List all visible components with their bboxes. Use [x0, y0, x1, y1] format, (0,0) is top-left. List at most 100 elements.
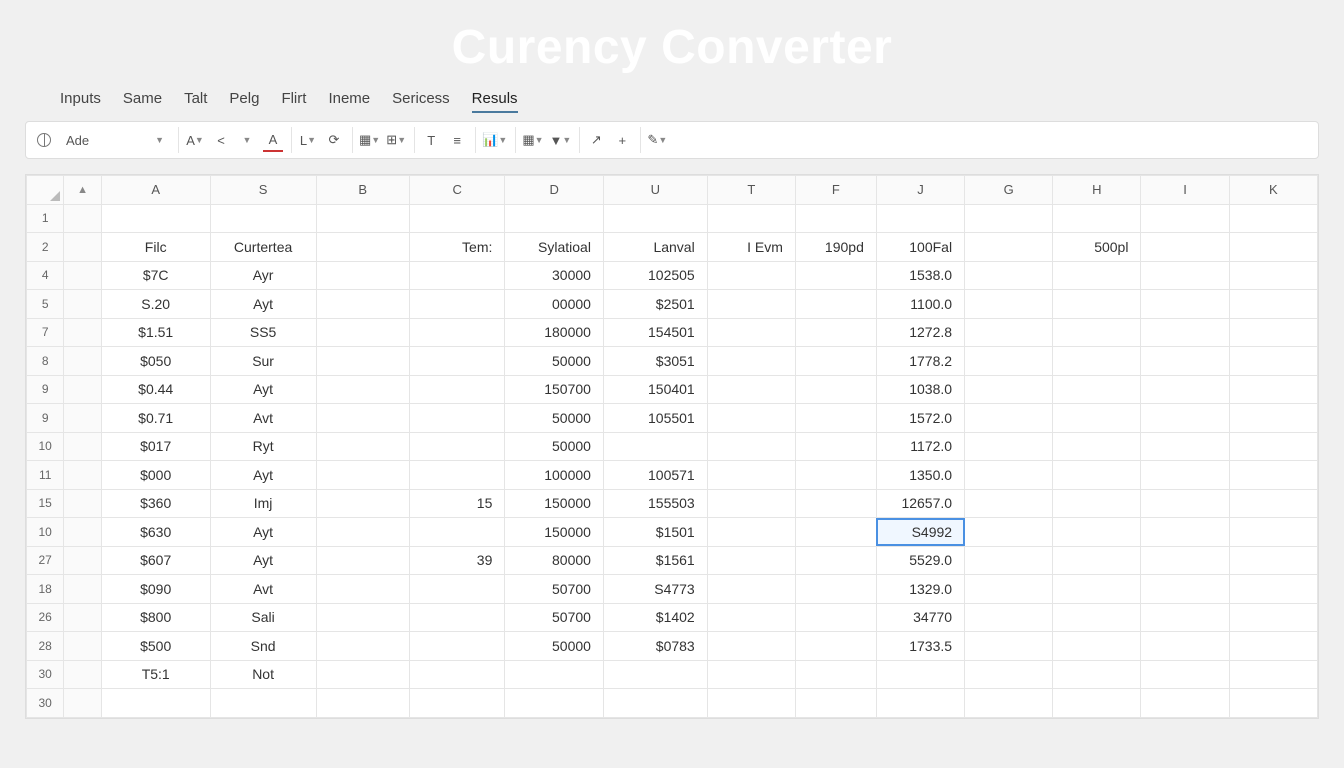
tab-ineme[interactable]: Ineme	[328, 90, 370, 113]
cell[interactable]: Ryt	[210, 432, 316, 461]
cell[interactable]: 1038.0	[876, 375, 964, 404]
cell[interactable]	[1053, 489, 1141, 518]
row-number[interactable]: 2	[27, 233, 64, 262]
cell[interactable]	[795, 318, 876, 347]
cell[interactable]	[316, 660, 409, 689]
cell[interactable]: 100000	[505, 461, 604, 490]
cell[interactable]	[707, 404, 795, 433]
cell[interactable]	[210, 689, 316, 718]
cell[interactable]	[795, 518, 876, 547]
cell[interactable]: 155503	[603, 489, 707, 518]
cell[interactable]: $360	[101, 489, 210, 518]
cell[interactable]: 150401	[603, 375, 707, 404]
tab-resuls[interactable]: Resuls	[472, 90, 518, 113]
cell[interactable]	[1229, 603, 1317, 632]
cell[interactable]	[316, 489, 409, 518]
cell[interactable]	[316, 546, 409, 575]
cell[interactable]: SS5	[210, 318, 316, 347]
cell[interactable]: 15	[409, 489, 504, 518]
grid-button[interactable]: ▦ ▼	[522, 128, 543, 152]
cell[interactable]: $017	[101, 432, 210, 461]
cell[interactable]: T5:1	[101, 660, 210, 689]
cell[interactable]: 154501	[603, 318, 707, 347]
cell[interactable]	[409, 204, 504, 233]
cell[interactable]: 180000	[505, 318, 604, 347]
cell[interactable]	[1141, 632, 1229, 661]
row-number[interactable]: 26	[27, 603, 64, 632]
cell[interactable]: Ayt	[210, 461, 316, 490]
cell[interactable]	[707, 204, 795, 233]
cell[interactable]: 34770	[876, 603, 964, 632]
cell[interactable]	[316, 375, 409, 404]
cell[interactable]	[707, 318, 795, 347]
cell[interactable]	[965, 432, 1053, 461]
tab-pelg[interactable]: Pelg	[229, 90, 259, 113]
row-number[interactable]: 30	[27, 660, 64, 689]
cell[interactable]: 50000	[505, 432, 604, 461]
cell[interactable]	[707, 290, 795, 319]
cell[interactable]: 105501	[603, 404, 707, 433]
cell[interactable]	[707, 375, 795, 404]
cell[interactable]	[409, 461, 504, 490]
filter-button[interactable]: ▼ ▼	[550, 128, 572, 152]
cell[interactable]: Ayt	[210, 518, 316, 547]
column-header-S[interactable]: S	[210, 176, 316, 205]
cell[interactable]	[1141, 347, 1229, 376]
cell[interactable]	[409, 318, 504, 347]
rotate-button[interactable]: ⟳	[324, 128, 344, 152]
decrease-button[interactable]: <	[211, 128, 231, 152]
spreadsheet-grid[interactable]: ▲ ASBCDUTFJGHIK 12FilcCurterteaTem:Sylat…	[25, 174, 1319, 719]
cell[interactable]	[707, 660, 795, 689]
cell[interactable]	[1053, 375, 1141, 404]
cell[interactable]	[1229, 546, 1317, 575]
cell[interactable]: 80000	[505, 546, 604, 575]
cell[interactable]	[795, 603, 876, 632]
cell[interactable]	[1141, 575, 1229, 604]
font-color-button[interactable]: A	[263, 128, 283, 152]
row-number[interactable]: 4	[27, 261, 64, 290]
cell[interactable]: 100Fal	[876, 233, 964, 262]
cell[interactable]	[795, 632, 876, 661]
row-number[interactable]: 9	[27, 404, 64, 433]
cell[interactable]	[965, 689, 1053, 718]
cell[interactable]	[707, 489, 795, 518]
cell[interactable]	[1141, 461, 1229, 490]
cell[interactable]	[316, 575, 409, 604]
cell[interactable]	[1053, 575, 1141, 604]
cell[interactable]	[965, 461, 1053, 490]
brush-button[interactable]: ✎ ▼	[647, 128, 667, 152]
cell[interactable]	[795, 290, 876, 319]
cell[interactable]	[316, 204, 409, 233]
cell[interactable]: $090	[101, 575, 210, 604]
cell[interactable]	[1053, 404, 1141, 433]
cell[interactable]	[795, 689, 876, 718]
cell[interactable]: Sur	[210, 347, 316, 376]
cell[interactable]	[707, 518, 795, 547]
cell[interactable]: $800	[101, 603, 210, 632]
cell[interactable]: 5529.0	[876, 546, 964, 575]
cell[interactable]: Ayt	[210, 375, 316, 404]
cell[interactable]: 50000	[505, 632, 604, 661]
cell[interactable]: S.20	[101, 290, 210, 319]
cell[interactable]	[965, 290, 1053, 319]
cell[interactable]	[795, 461, 876, 490]
cell[interactable]	[1053, 603, 1141, 632]
cell[interactable]	[707, 347, 795, 376]
cell[interactable]	[1053, 461, 1141, 490]
cell[interactable]	[1053, 632, 1141, 661]
cell[interactable]	[965, 575, 1053, 604]
cell[interactable]	[1141, 603, 1229, 632]
cell[interactable]: Curtertea	[210, 233, 316, 262]
cell[interactable]: $607	[101, 546, 210, 575]
cell[interactable]	[795, 204, 876, 233]
cell[interactable]	[409, 603, 504, 632]
cell[interactable]	[965, 546, 1053, 575]
cell[interactable]	[101, 689, 210, 718]
cell[interactable]: $0.71	[101, 404, 210, 433]
cell[interactable]: 1100.0	[876, 290, 964, 319]
cell[interactable]: Sali	[210, 603, 316, 632]
cell[interactable]: S4773	[603, 575, 707, 604]
cell[interactable]: 1778.2	[876, 347, 964, 376]
cell[interactable]: 150000	[505, 489, 604, 518]
cell[interactable]: I Evm	[707, 233, 795, 262]
